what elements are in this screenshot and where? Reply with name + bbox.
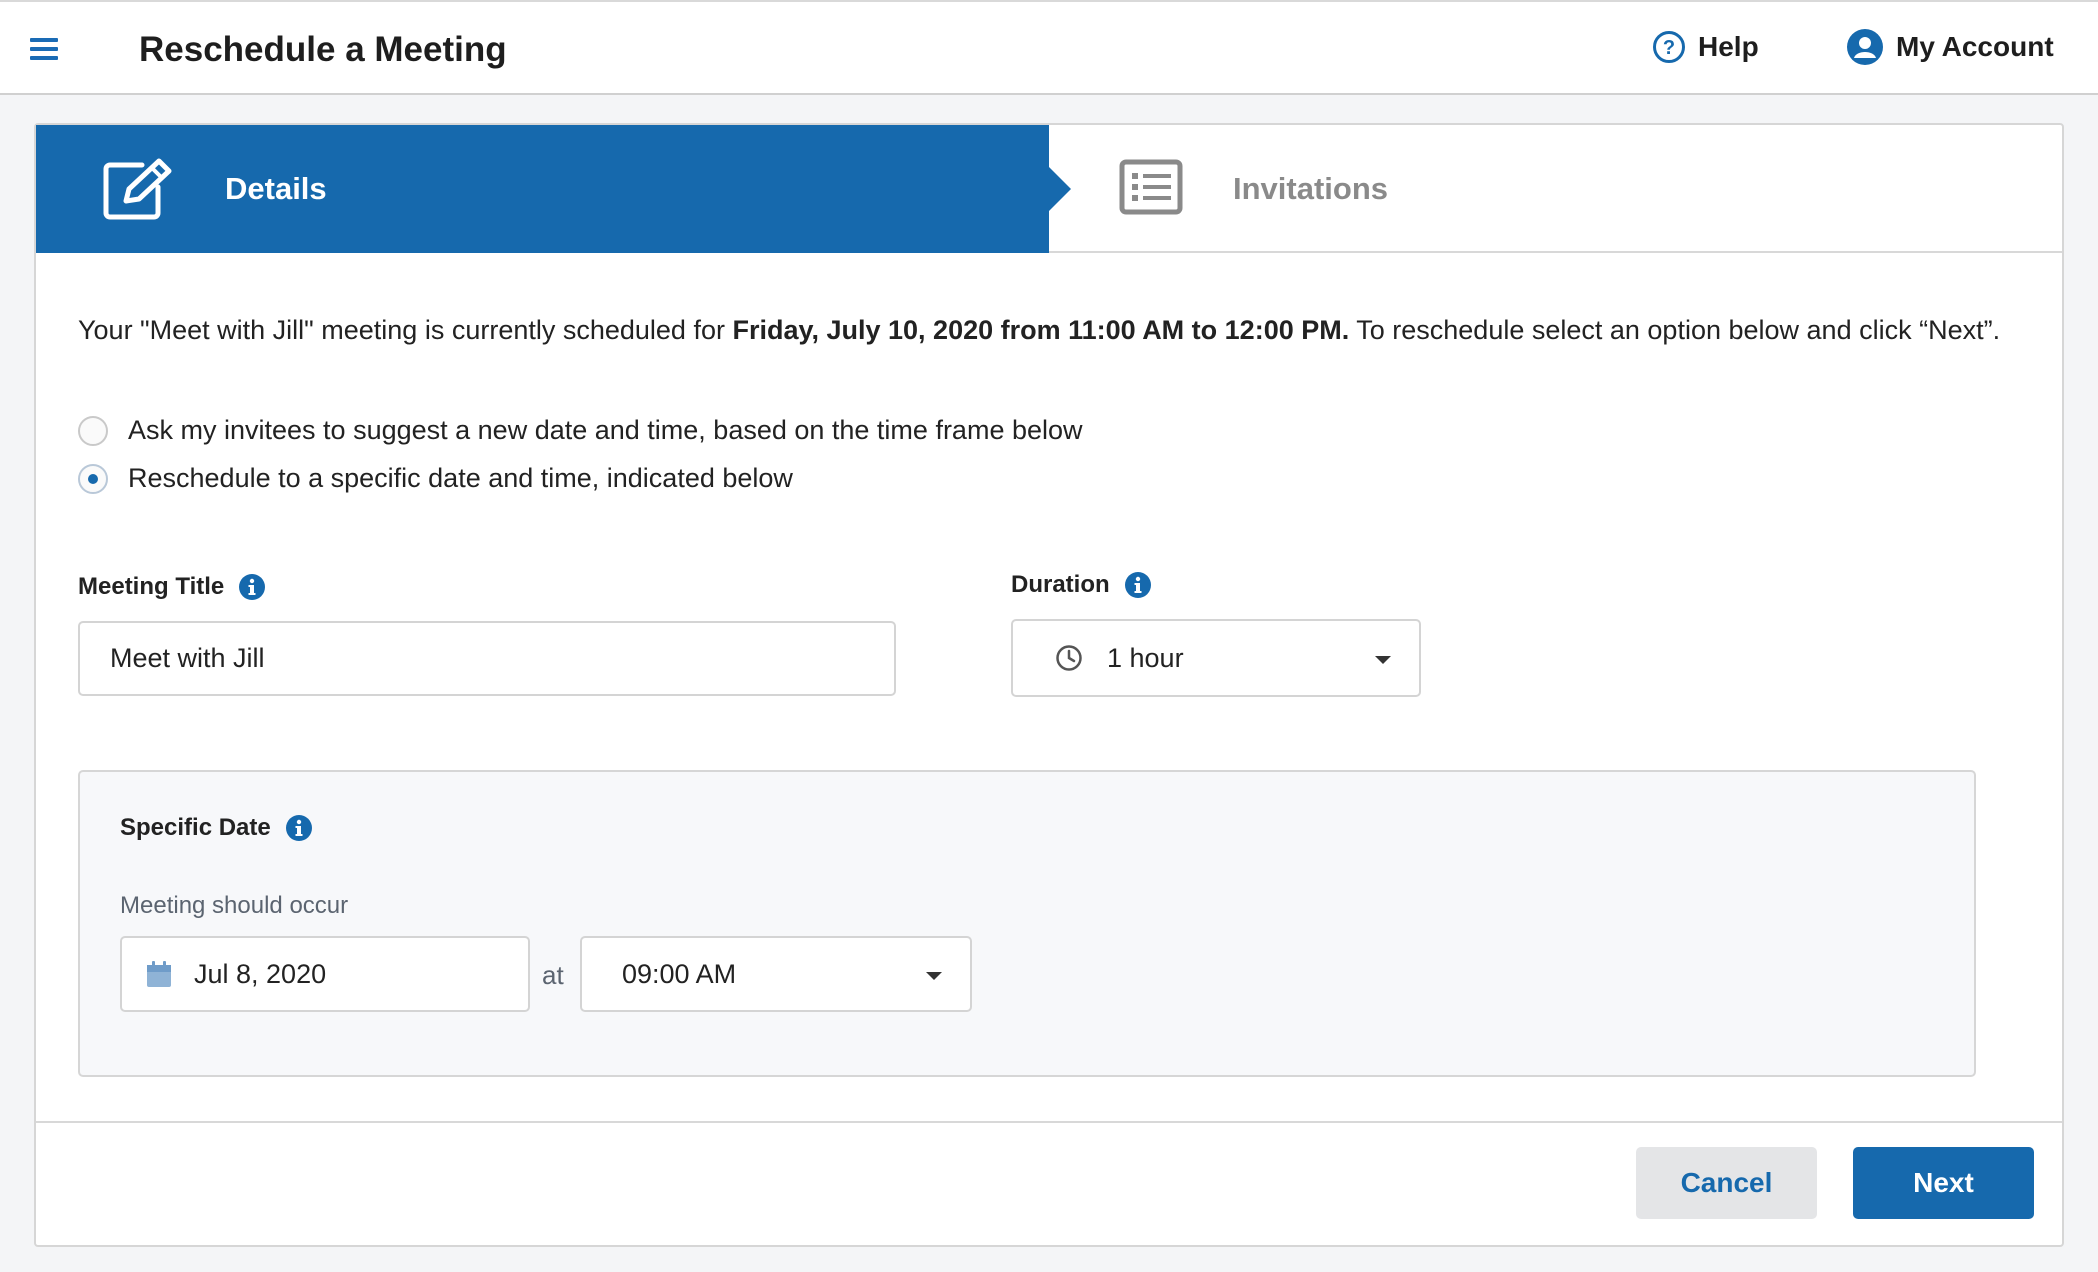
reschedule-card: Details Invitations Your "Meet with Jill…	[34, 123, 2064, 1247]
info-icon[interactable]	[1124, 571, 1152, 599]
help-icon: ?	[1653, 31, 1685, 63]
my-account-link[interactable]: My Account	[1846, 28, 2054, 66]
edit-icon	[103, 158, 172, 220]
current-schedule: Friday, July 10, 2020 from 11:00 AM to 1…	[732, 315, 1350, 345]
meeting-should-occur-label: Meeting should occur	[120, 892, 349, 919]
option-specific-date[interactable]: Reschedule to a specific date and time, …	[78, 463, 793, 494]
at-label: at	[542, 960, 564, 990]
account-label: My Account	[1896, 31, 2054, 62]
tab-details[interactable]: Details	[36, 125, 1071, 253]
cancel-button[interactable]: Cancel	[1636, 1147, 1817, 1219]
next-button[interactable]: Next	[1853, 1147, 2034, 1219]
page-title: Reschedule a Meeting	[139, 30, 507, 69]
clock-icon	[1056, 645, 1082, 671]
svg-text:?: ?	[1663, 37, 1675, 59]
footer-divider	[36, 1121, 2062, 1123]
chevron-down-icon	[926, 972, 942, 980]
meeting-title-input[interactable]	[78, 621, 896, 696]
list-icon	[1119, 159, 1183, 215]
radio-specific-date[interactable]	[78, 463, 108, 494]
radio-ask-invitees[interactable]	[78, 415, 108, 446]
help-label: Help	[1698, 31, 1759, 62]
calendar-icon	[147, 961, 171, 987]
tab-invitations[interactable]: Invitations	[1049, 125, 2062, 253]
tab-details-label: Details	[225, 171, 327, 206]
info-icon[interactable]	[238, 573, 266, 601]
chevron-down-icon	[1375, 656, 1391, 664]
top-bar: Reschedule a Meeting ? Help My Account	[0, 0, 2098, 95]
time-value: 09:00 AM	[622, 958, 737, 989]
date-picker-input[interactable]: Jul 8, 2020	[120, 936, 530, 1012]
option-specific-date-label: Reschedule to a specific date and time, …	[128, 463, 793, 493]
help-link[interactable]: ? Help	[1652, 30, 1759, 64]
option-ask-invitees[interactable]: Ask my invitees to suggest a new date an…	[78, 415, 1083, 446]
option-ask-invitees-label: Ask my invitees to suggest a new date an…	[128, 415, 1083, 445]
duration-label: Duration	[1011, 571, 1152, 599]
duration-select[interactable]: 1 hour	[1011, 619, 1421, 697]
specific-date-panel: Specific Date Meeting should occur Jul 8…	[78, 770, 1976, 1077]
menu-icon[interactable]	[30, 38, 58, 60]
specific-date-label: Specific Date	[120, 814, 313, 842]
intro-text: Your "Meet with Jill" meeting is current…	[78, 315, 2001, 345]
step-tabs: Details Invitations	[36, 125, 2062, 253]
time-select[interactable]: 09:00 AM	[580, 936, 972, 1012]
tab-invitations-label: Invitations	[1233, 171, 1389, 206]
info-icon[interactable]	[285, 814, 313, 842]
meeting-title-label: Meeting Title	[78, 573, 266, 601]
avatar-icon	[1847, 29, 1883, 65]
duration-value: 1 hour	[1107, 642, 1184, 673]
date-value: Jul 8, 2020	[194, 958, 327, 989]
